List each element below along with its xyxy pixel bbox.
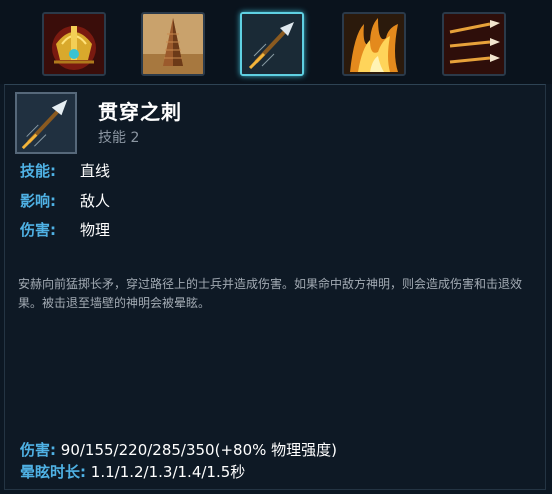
ability-slot-1[interactable] — [42, 12, 106, 76]
stat-label: 晕眩时长: — [20, 463, 86, 481]
attribute-value: 物理 — [80, 221, 111, 239]
skill-subtitle: 技能 2 — [98, 130, 140, 146]
stat-row-stun-duration: 晕眩时长: 1.1/1.2/1.3/1.4/1.5秒 — [20, 461, 245, 482]
attribute-row-type: 技能: 直线 — [20, 160, 110, 181]
stat-row-damage: 伤害: 90/155/220/285/350(+80% 物理强度) — [20, 439, 337, 460]
attribute-label: 技能: — [20, 162, 56, 180]
attribute-value: 敌人 — [80, 192, 111, 210]
skill-description: 安赫向前猛掷长矛，穿过路径上的士兵并造成伤害。如果命中敌方神明，则会造成伤害和击… — [18, 277, 523, 310]
spear-thrust-icon — [17, 94, 75, 152]
golden-helm-icon — [44, 14, 104, 74]
ability-slot-2[interactable] — [141, 12, 205, 76]
flame-burst-icon — [344, 14, 404, 74]
attribute-value: 直线 — [80, 162, 111, 180]
skill-icon — [15, 92, 77, 154]
ability-bar — [0, 0, 552, 84]
stat-value: 1.1/1.2/1.3/1.4/1.5秒 — [90, 463, 246, 481]
stat-value: 90/155/220/285/350(+80% 物理强度) — [60, 441, 337, 459]
ability-slot-3[interactable] — [240, 12, 304, 76]
ability-slot-5[interactable] — [442, 12, 506, 76]
attribute-row-damage: 伤害: 物理 — [20, 219, 110, 240]
attribute-row-affects: 影响: 敌人 — [20, 190, 110, 211]
triple-spear-icon — [444, 14, 504, 74]
stat-label: 伤害: — [20, 441, 56, 459]
ability-slot-4[interactable] — [342, 12, 406, 76]
obelisk-icon — [143, 14, 203, 74]
skill-title: 贯穿之刺 — [98, 100, 182, 124]
spear-thrust-icon — [242, 14, 302, 74]
attribute-label: 伤害: — [20, 221, 56, 239]
attribute-label: 影响: — [20, 192, 56, 210]
